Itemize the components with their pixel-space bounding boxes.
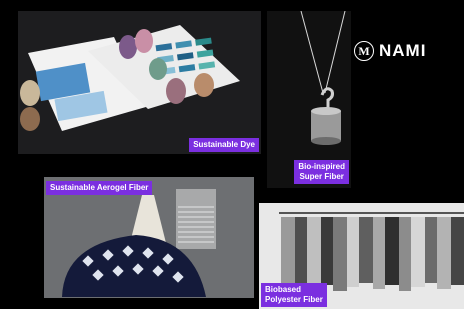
sustainable-dye-photo: Sustainable Dye: [18, 11, 261, 154]
super-fiber-photo: Bio-inspired Super Fiber: [267, 11, 351, 188]
brand-logo: M NAMI: [354, 38, 454, 64]
brand-name: NAMI: [379, 41, 427, 60]
aerogel-fiber-photo: Sustainable Aerogel Fiber: [44, 177, 254, 298]
panel-label-polyester: Biobased Polyester Fiber: [261, 283, 327, 307]
nami-logo-icon: M: [354, 41, 374, 61]
panel-label-dye: Sustainable Dye: [189, 138, 259, 152]
polyester-fiber-photo: Biobased Polyester Fiber: [259, 203, 464, 309]
panel-label-aerogel: Sustainable Aerogel Fiber: [46, 181, 153, 195]
panel-label-superfiber: Bio-inspired Super Fiber: [294, 160, 349, 184]
